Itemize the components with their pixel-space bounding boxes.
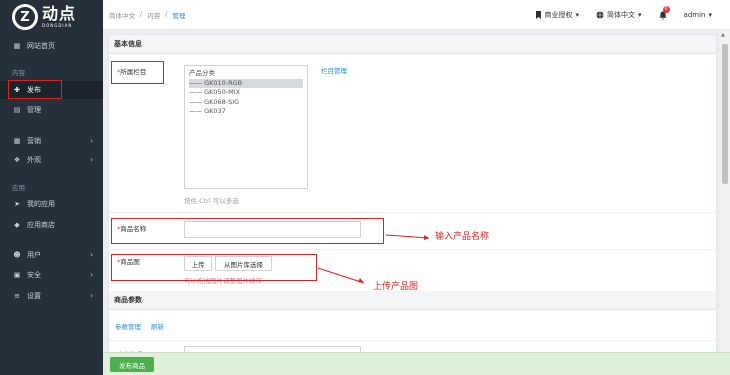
- scrollbar-thumb[interactable]: [722, 44, 728, 184]
- arrow-name-line: [385, 234, 430, 239]
- bottom-bar: 发布商品: [103, 352, 730, 375]
- publish-product-button[interactable]: 发布商品: [110, 357, 154, 372]
- annotation-product-name: 输入产品名称: [435, 232, 490, 242]
- scroll-up-icon[interactable]: ▲: [721, 32, 725, 38]
- annotation-product-image: 上传产品图: [373, 282, 419, 292]
- annotation-arrows: [317, 234, 430, 284]
- scrollbar[interactable]: ▲ ▼: [720, 30, 730, 375]
- arrow-image-head: [358, 278, 364, 283]
- arrow-image-line: [317, 267, 365, 284]
